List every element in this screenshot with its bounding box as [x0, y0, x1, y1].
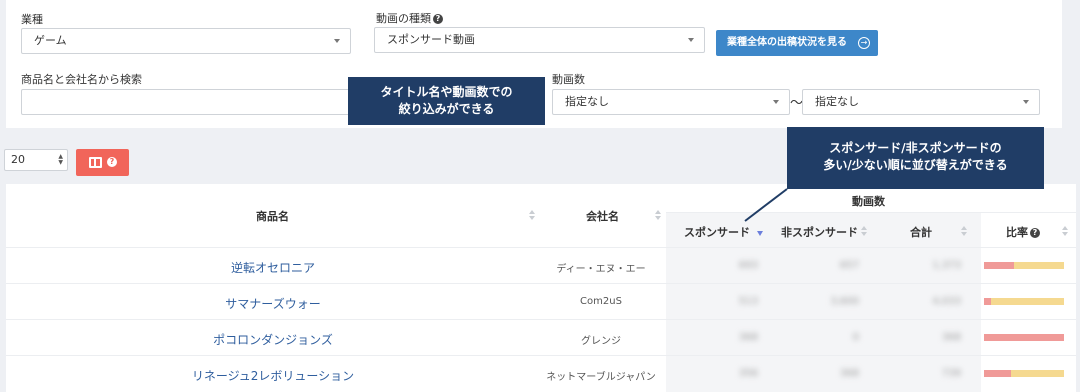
help-icon[interactable]: ? — [1030, 228, 1040, 238]
non-sponsored-count: 368 — [839, 368, 859, 379]
total-count: 739 — [941, 368, 961, 379]
video-count-max-value: 指定なし — [815, 95, 859, 108]
header-company[interactable]: 会社名 — [586, 208, 619, 224]
company-name: グレンジ — [581, 336, 621, 347]
ratio-sponsored-fill — [984, 334, 1064, 341]
video-type-select[interactable]: スポンサード動画 — [374, 27, 705, 53]
sort-hint-line1: スポンサード/非スポンサードの — [829, 141, 1002, 155]
header-product[interactable]: 商品名 — [256, 208, 289, 224]
search-hint-callout: タイトル名や動画数での 絞り込みができる — [348, 77, 545, 125]
product-name-link[interactable]: リネージュ2レボリューション — [6, 367, 540, 384]
product-name-link[interactable]: ポコロンダンジョンズ — [6, 331, 540, 348]
search-hint-line2: 絞り込みができる — [398, 102, 495, 116]
total-count: 368 — [941, 332, 961, 343]
sort-icon[interactable] — [961, 226, 968, 236]
sponsored-count: 513 — [738, 296, 758, 307]
ratio-bar — [984, 334, 1064, 341]
ratio-sponsored-fill — [984, 262, 1014, 269]
chevron-down-icon — [688, 38, 694, 42]
help-icon[interactable]: ? — [433, 14, 443, 24]
help-icon: ? — [107, 157, 117, 167]
ratio-bar — [984, 262, 1064, 269]
sponsored-count: 368 — [738, 332, 758, 343]
industry-overview-button[interactable]: 業種全体の出稿状況を見る → — [716, 30, 878, 56]
non-sponsored-count: 0 — [852, 332, 859, 343]
chevron-down-icon — [334, 39, 340, 43]
header-sponsored[interactable]: スポンサード — [684, 224, 750, 240]
sort-icon[interactable] — [861, 226, 868, 236]
video-count-min-select[interactable]: 指定なし — [552, 89, 790, 115]
company-name: ネットマーブルジャパン — [546, 372, 656, 383]
search-label: 商品名と会社名から検索 — [21, 73, 142, 86]
arrow-right-circle-icon: → — [858, 37, 870, 49]
ratio-sponsored-fill — [984, 370, 1011, 377]
total-count: 1,373 — [932, 260, 961, 271]
sort-icon[interactable] — [1062, 226, 1069, 236]
sponsored-count: 693 — [738, 260, 758, 271]
sort-icon[interactable] — [529, 210, 536, 220]
industry-overview-label: 業種全体の出稿状況を見る — [727, 37, 847, 48]
search-hint-line1: タイトル名や動画数での — [380, 85, 513, 99]
table-row[interactable]: 逆転オセロニア ディー・エヌ・エー 693 657 1,373 — [6, 247, 1076, 283]
product-name-link[interactable]: サマナーズウォー — [6, 295, 540, 312]
sort-hint-callout: スポンサード/非スポンサードの 多い/少ない順に並び替えができる — [787, 127, 1044, 189]
data-table: 商品名 会社名 動画数 スポンサード 非スポンサード 合計 比率? 逆転オセロニ… — [6, 184, 1076, 392]
industry-select-value: ゲーム — [34, 34, 67, 47]
company-name: Com2uS — [580, 296, 622, 307]
video-type-label: 動画の種類? — [376, 10, 443, 26]
chevron-down-icon — [1023, 100, 1029, 104]
ratio-bar — [984, 298, 1064, 305]
video-count-max-select[interactable]: 指定なし — [802, 89, 1040, 115]
sponsored-count: 356 — [738, 368, 758, 379]
header-total[interactable]: 合計 — [910, 224, 932, 240]
table-row[interactable]: サマナーズウォー Com2uS 513 3,600 4,033 — [6, 283, 1076, 319]
industry-label: 業種 — [21, 13, 43, 26]
sort-icon[interactable] — [655, 210, 662, 220]
sort-desc-icon[interactable] — [757, 231, 763, 236]
non-sponsored-count: 3,600 — [830, 296, 859, 307]
video-count-min-value: 指定なし — [565, 95, 609, 108]
page-size-stepper[interactable]: 20 ▲ ▼ — [4, 149, 68, 171]
ratio-bar — [984, 370, 1064, 377]
header-ratio[interactable]: 比率? — [1006, 224, 1040, 240]
total-count: 4,033 — [932, 296, 961, 307]
columns-icon — [89, 157, 102, 168]
non-sponsored-count: 657 — [839, 260, 859, 271]
table-row[interactable]: リネージュ2レボリューション ネットマーブルジャパン 356 368 739 — [6, 355, 1076, 391]
video-type-select-value: スポンサード動画 — [387, 33, 475, 46]
page-size-value: 20 — [11, 153, 25, 166]
header-video-count-group: 動画数 — [852, 195, 885, 208]
column-settings-button[interactable]: ? — [76, 149, 129, 176]
ratio-sponsored-fill — [984, 298, 991, 305]
spinner-arrows-icon[interactable]: ▲ ▼ — [58, 154, 63, 166]
video-count-label: 動画数 — [552, 73, 585, 86]
sort-hint-line2: 多い/少ない順に並び替えができる — [823, 158, 1008, 172]
header-non-sponsored[interactable]: 非スポンサード — [781, 224, 858, 240]
company-name: ディー・エヌ・エー — [556, 264, 646, 275]
product-name-link[interactable]: 逆転オセロニア — [6, 259, 540, 276]
header-divider — [666, 212, 1076, 213]
table-row[interactable]: ポコロンダンジョンズ グレンジ 368 0 368 — [6, 319, 1076, 355]
chevron-down-icon — [773, 100, 779, 104]
industry-select[interactable]: ゲーム — [21, 28, 351, 54]
